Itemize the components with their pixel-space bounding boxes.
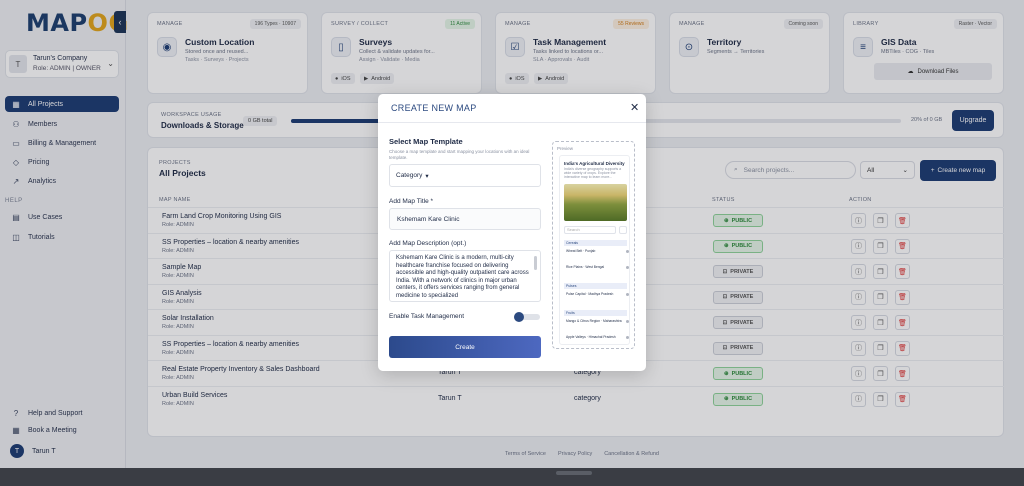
preview-group-header: Cereals [564, 240, 627, 246]
modal-title: CREATE NEW MAP [391, 103, 477, 113]
preview-group-header: Pulses [564, 283, 627, 289]
toggle-knob [514, 312, 524, 322]
task-management-label: Enable Task Management [389, 313, 465, 320]
create-map-modal: CREATE NEW MAP ✕ Select Map Template Cho… [378, 94, 646, 371]
preview-card: India's Agricultural Diversity India's d… [559, 155, 630, 345]
preview-group-header: Fruits [564, 310, 627, 316]
create-button[interactable]: Create [389, 336, 541, 358]
caret-down-icon: ▾ [425, 172, 429, 180]
template-preview: Preview India's Agricultural Diversity I… [552, 141, 635, 349]
preview-list-item: Wheat Belt · Punjab [566, 249, 596, 253]
preview-title: India's Agricultural Diversity [564, 161, 625, 166]
textarea-scrollbar[interactable] [534, 256, 537, 270]
info-dot-icon [626, 266, 629, 269]
template-section-title: Select Map Template [389, 137, 463, 146]
info-dot-icon [626, 293, 629, 296]
scroll-indicator [556, 471, 592, 475]
preview-description: India's diverse geography supports a wid… [564, 167, 622, 179]
modal-divider [378, 122, 646, 123]
preview-list-item: Mango & Citrus Region · Maharashtra [566, 319, 622, 323]
info-dot-icon [626, 320, 629, 323]
info-dot-icon [626, 336, 629, 339]
filter-icon [619, 226, 627, 234]
template-hint: Choose a map template and start mapping … [389, 149, 530, 160]
preview-list-item: Rice Plains · West Bengal [566, 265, 605, 269]
preview-list-item: Pulse Capital · Madhya Pradesh [566, 292, 614, 296]
map-title-label: Add Map Title * [389, 198, 434, 205]
map-title-input[interactable]: Kshemam Kare Clinic [389, 208, 541, 230]
map-description-textarea[interactable]: Kshemam Kare Clinic is a modern, multi-c… [389, 250, 541, 302]
preview-label: Preview [557, 146, 574, 151]
map-description-label: Add Map Description (opt.) [389, 240, 467, 247]
template-select[interactable]: Category ▾ [389, 164, 541, 187]
preview-list-item: Apple Valleys · Himachal Pradesh [566, 335, 616, 339]
preview-image [564, 184, 627, 221]
task-management-toggle[interactable] [514, 312, 540, 322]
preview-search: Search [564, 226, 616, 234]
close-icon[interactable]: ✕ [630, 101, 639, 114]
bottom-strip [0, 468, 1024, 486]
info-dot-icon [626, 250, 629, 253]
